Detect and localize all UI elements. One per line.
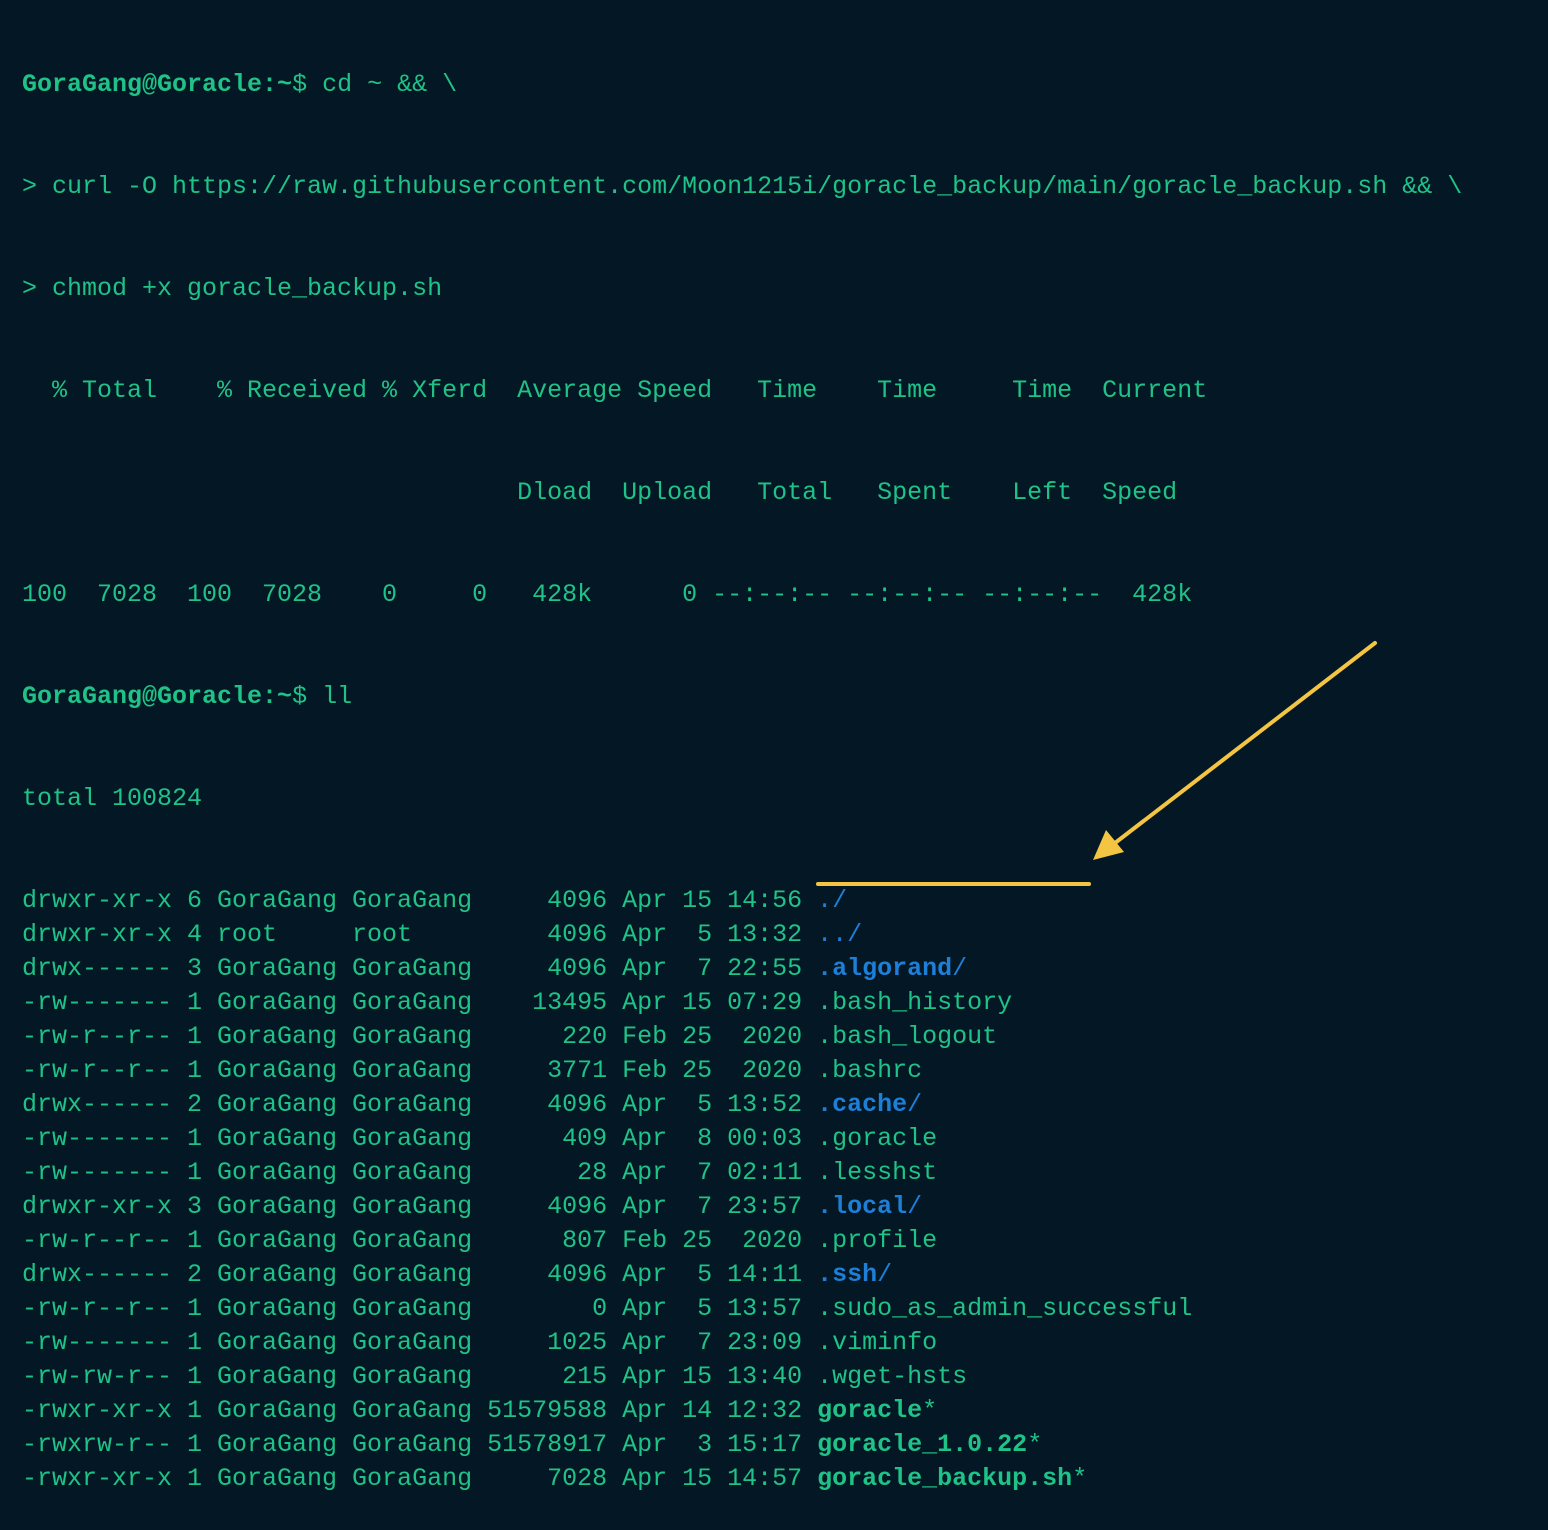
listing-row: drwxr-xr-x 6 GoraGang GoraGang 4096 Apr … bbox=[22, 884, 1532, 918]
listing-meta: -rwxr-xr-x 1 GoraGang GoraGang 7028 Apr … bbox=[22, 1464, 818, 1493]
listing-row: -rwxr-xr-x 1 GoraGang GoraGang 51579588 … bbox=[22, 1394, 1532, 1428]
listing-row: -rwxr-xr-x 1 GoraGang GoraGang 7028 Apr … bbox=[22, 1462, 1532, 1496]
listing-suffix: / bbox=[877, 1260, 893, 1289]
listing-row: -rw------- 1 GoraGang GoraGang 1025 Apr … bbox=[22, 1326, 1532, 1360]
prompt-line-ll: GoraGang@Goracle:~$ ll bbox=[22, 680, 1532, 714]
listing-suffix: * bbox=[922, 1396, 938, 1425]
listing-meta: -rw-r--r-- 1 GoraGang GoraGang 807 Feb 2… bbox=[22, 1226, 818, 1255]
listing-row: drwx------ 2 GoraGang GoraGang 4096 Apr … bbox=[22, 1258, 1532, 1292]
listing-filename[interactable]: ./ bbox=[817, 886, 847, 915]
listing-row: -rwxrw-r-- 1 GoraGang GoraGang 51578917 … bbox=[22, 1428, 1532, 1462]
listing-filename[interactable]: ../ bbox=[817, 920, 862, 949]
listing-suffix: / bbox=[907, 1192, 923, 1221]
listing-filename[interactable]: .bash_history bbox=[817, 988, 1012, 1017]
prompt-path: :~ bbox=[262, 682, 293, 711]
command-curl: > curl -O https://raw.githubusercontent.… bbox=[22, 172, 1463, 201]
listing-filename[interactable]: .goracle bbox=[817, 1124, 937, 1153]
listing-meta: drwx------ 3 GoraGang GoraGang 4096 Apr … bbox=[22, 954, 818, 983]
curl-header-2: Dload Upload Total Spent Left Speed bbox=[22, 478, 1178, 507]
listing-filename[interactable]: .profile bbox=[817, 1226, 937, 1255]
listing-filename[interactable]: .cache bbox=[817, 1090, 907, 1119]
listing-meta: -rwxrw-r-- 1 GoraGang GoraGang 51578917 … bbox=[22, 1430, 818, 1459]
listing-suffix: * bbox=[1072, 1464, 1088, 1493]
curl-progress: 100 7028 100 7028 0 0 428k 0 --:--:-- --… bbox=[22, 580, 1193, 609]
listing-row: -rw-r--r-- 1 GoraGang GoraGang 3771 Feb … bbox=[22, 1054, 1532, 1088]
listing-meta: -rw------- 1 GoraGang GoraGang 13495 Apr… bbox=[22, 988, 818, 1017]
listing-row: drwxr-xr-x 3 GoraGang GoraGang 4096 Apr … bbox=[22, 1190, 1532, 1224]
listing-row: drwx------ 3 GoraGang GoraGang 4096 Apr … bbox=[22, 952, 1532, 986]
listing-row: -rw-r--r-- 1 GoraGang GoraGang 0 Apr 5 1… bbox=[22, 1292, 1532, 1326]
listing-meta: drwxr-xr-x 6 GoraGang GoraGang 4096 Apr … bbox=[22, 886, 818, 915]
prompt-line-cd: GoraGang@Goracle:~$ cd ~ && \ bbox=[22, 68, 1532, 102]
listing-meta: -rw------- 1 GoraGang GoraGang 1025 Apr … bbox=[22, 1328, 818, 1357]
listing-row: -rw------- 1 GoraGang GoraGang 409 Apr 8… bbox=[22, 1122, 1532, 1156]
listing-filename[interactable]: .wget-hsts bbox=[817, 1362, 967, 1391]
prompt-symbol: $ bbox=[292, 682, 323, 711]
prompt-userhost: GoraGang@Goracle bbox=[22, 70, 263, 99]
listing-filename[interactable]: .viminfo bbox=[817, 1328, 937, 1357]
listing-filename[interactable]: .lesshst bbox=[817, 1158, 937, 1187]
listing-suffix: * bbox=[1027, 1430, 1043, 1459]
prompt-symbol: $ bbox=[292, 70, 323, 99]
listing-suffix: / bbox=[952, 954, 968, 983]
listing-meta: drwxr-xr-x 3 GoraGang GoraGang 4096 Apr … bbox=[22, 1192, 818, 1221]
listing-meta: -rw-r--r-- 1 GoraGang GoraGang 3771 Feb … bbox=[22, 1056, 818, 1085]
listing-meta: -rw-r--r-- 1 GoraGang GoraGang 220 Feb 2… bbox=[22, 1022, 818, 1051]
prompt-userhost: GoraGang@Goracle bbox=[22, 682, 263, 711]
prompt-path: :~ bbox=[262, 70, 293, 99]
listing-row: -rw-r--r-- 1 GoraGang GoraGang 807 Feb 2… bbox=[22, 1224, 1532, 1258]
listing-meta: -rw------- 1 GoraGang GoraGang 28 Apr 7 … bbox=[22, 1158, 818, 1187]
listing-row: drwxr-xr-x 4 root root 4096 Apr 5 13:32 … bbox=[22, 918, 1532, 952]
listing-filename[interactable]: .ssh bbox=[817, 1260, 877, 1289]
curl-header-1: % Total % Received % Xferd Average Speed… bbox=[22, 376, 1208, 405]
listing-filename[interactable]: .algorand bbox=[817, 954, 952, 983]
listing-filename[interactable]: goracle_1.0.22 bbox=[817, 1430, 1027, 1459]
listing-filename[interactable]: .local bbox=[817, 1192, 907, 1221]
listing-filename[interactable]: goracle_backup.sh bbox=[817, 1464, 1072, 1493]
command-cd: cd ~ && \ bbox=[322, 70, 458, 99]
listing-suffix: / bbox=[907, 1090, 923, 1119]
terminal-window[interactable]: GoraGang@Goracle:~$ cd ~ && \ > curl -O … bbox=[22, 0, 1532, 1493]
command-chmod: > chmod +x goracle_backup.sh bbox=[22, 274, 443, 303]
command-ll: ll bbox=[322, 682, 353, 711]
listing-meta: -rw-r--r-- 1 GoraGang GoraGang 0 Apr 5 1… bbox=[22, 1294, 818, 1323]
listing-filename[interactable]: .bashrc bbox=[817, 1056, 922, 1085]
directory-listing: drwxr-xr-x 6 GoraGang GoraGang 4096 Apr … bbox=[22, 884, 1532, 1496]
listing-row: -rw-rw-r-- 1 GoraGang GoraGang 215 Apr 1… bbox=[22, 1360, 1532, 1394]
listing-meta: drwxr-xr-x 4 root root 4096 Apr 5 13:32 bbox=[22, 920, 818, 949]
listing-filename[interactable]: .sudo_as_admin_successful bbox=[817, 1294, 1192, 1323]
listing-filename[interactable]: .bash_logout bbox=[817, 1022, 997, 1051]
listing-total: total 100824 bbox=[22, 784, 203, 813]
listing-meta: drwx------ 2 GoraGang GoraGang 4096 Apr … bbox=[22, 1090, 818, 1119]
listing-meta: -rw------- 1 GoraGang GoraGang 409 Apr 8… bbox=[22, 1124, 818, 1153]
listing-meta: -rw-rw-r-- 1 GoraGang GoraGang 215 Apr 1… bbox=[22, 1362, 818, 1391]
listing-row: drwx------ 2 GoraGang GoraGang 4096 Apr … bbox=[22, 1088, 1532, 1122]
listing-meta: -rwxr-xr-x 1 GoraGang GoraGang 51579588 … bbox=[22, 1396, 818, 1425]
listing-meta: drwx------ 2 GoraGang GoraGang 4096 Apr … bbox=[22, 1260, 818, 1289]
listing-row: -rw------- 1 GoraGang GoraGang 28 Apr 7 … bbox=[22, 1156, 1532, 1190]
listing-row: -rw------- 1 GoraGang GoraGang 13495 Apr… bbox=[22, 986, 1532, 1020]
listing-row: -rw-r--r-- 1 GoraGang GoraGang 220 Feb 2… bbox=[22, 1020, 1532, 1054]
listing-filename[interactable]: goracle bbox=[817, 1396, 922, 1425]
